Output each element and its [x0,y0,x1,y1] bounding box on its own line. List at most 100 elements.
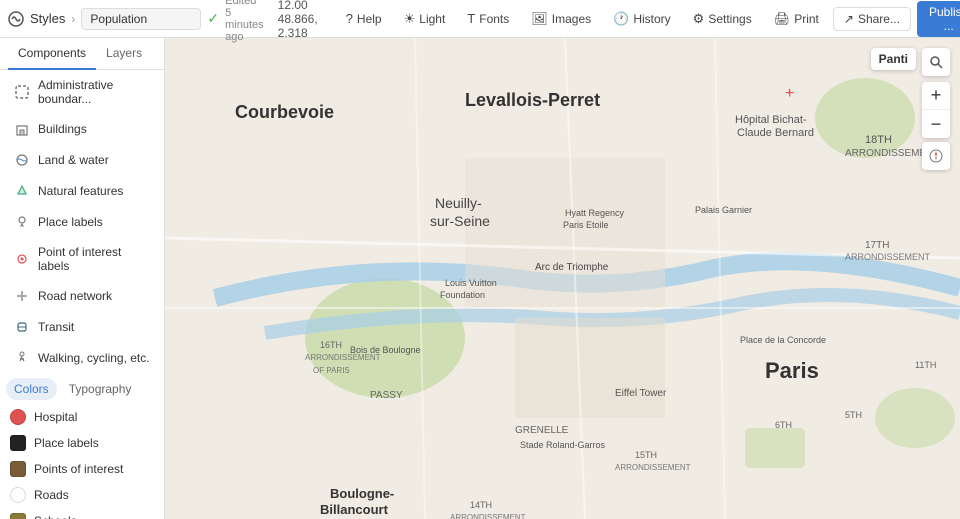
history-icon: 🕐 [613,11,629,27]
svg-text:ARRONDISSEMENT: ARRONDISSEMENT [615,463,691,472]
layer-item-place-labels[interactable]: Place labels [4,207,160,237]
print-label: Print [794,12,819,26]
layer-label-road: Road network [38,289,112,303]
help-button[interactable]: ? Help [338,7,390,30]
color-item-roads[interactable]: Roads [0,482,164,508]
schools-label: Schools [34,514,77,519]
layer-item-admin[interactable]: Administrative boundar... [4,71,160,113]
svg-text:18TH: 18TH [865,134,892,146]
settings-icon: ⚙ [693,11,705,27]
compass-button[interactable] [922,142,950,170]
share-label: Share... [858,12,900,26]
layer-item-poi-labels[interactable]: Point of interest labels [4,238,160,280]
color-item-points-of-interest[interactable]: Points of interest [0,456,164,482]
color-item-hospital[interactable]: Hospital [0,404,164,430]
svg-text:Paris: Paris [765,358,819,383]
svg-text:6TH: 6TH [775,420,792,430]
boundary-icon [14,84,30,100]
styles-label[interactable]: Styles [30,11,65,26]
layer-item-walking[interactable]: Walking, cycling, etc. [4,343,160,373]
poi-icon [14,251,30,267]
svg-text:Neuilly-: Neuilly- [435,195,482,211]
tab-colors[interactable]: Colors [6,378,57,400]
layer-label-walking: Walking, cycling, etc. [38,351,150,365]
color-tabs: Colors Typography [0,374,164,404]
svg-text:17TH: 17TH [865,240,889,251]
tab-components[interactable]: Components [8,38,96,70]
fonts-button[interactable]: T Fonts [459,7,517,30]
zoom-out-button[interactable]: − [922,110,950,138]
walking-icon [14,350,30,366]
svg-text:GRENELLE: GRENELLE [515,425,569,436]
color-item-place-labels[interactable]: Place labels [0,430,164,456]
svg-text:5TH: 5TH [845,410,862,420]
schools-swatch [10,513,26,519]
tab-layers[interactable]: Layers [96,38,152,70]
place-icon [14,214,30,230]
svg-text:Billancourt: Billancourt [320,502,389,517]
place-labels-swatch [10,435,26,451]
light-icon: ☀ [404,11,416,27]
fonts-label: Fonts [479,12,509,26]
map-search-button[interactable] [922,48,950,76]
style-name-input[interactable] [81,8,201,30]
layer-label-admin: Administrative boundar... [38,78,150,106]
svg-text:Hyatt Regency: Hyatt Regency [565,208,625,218]
panti-panel: Panti [871,48,916,70]
layer-item-land-water[interactable]: Land & water [4,145,160,175]
svg-text:ARRONDISSEMENT: ARRONDISSEMENT [845,252,931,262]
panti-label: Panti [879,52,908,66]
save-status-icon: ✓ [207,10,219,27]
layer-label-land: Land & water [38,153,109,167]
map-area[interactable]: Courbevoie Levallois-Perret Neuilly- sur… [165,38,960,519]
svg-text:OF PARIS: OF PARIS [313,366,350,375]
svg-text:Courbevoie: Courbevoie [235,102,334,122]
roads-swatch [10,487,26,503]
svg-text:15TH: 15TH [635,450,657,460]
settings-button[interactable]: ⚙ Settings [685,7,760,31]
compass-group [922,142,950,170]
layer-label-natural: Natural features [38,184,123,198]
svg-text:sur-Seine: sur-Seine [430,213,490,229]
images-button[interactable]: 🖼 Images [523,7,599,31]
svg-text:Palais Garnier: Palais Garnier [695,205,752,215]
layer-label-buildings: Buildings [38,122,87,136]
color-list: Hospital Place labels Points of interest… [0,404,164,519]
tab-typography[interactable]: Typography [61,378,140,400]
svg-text:Stade Roland-Garros: Stade Roland-Garros [520,440,606,450]
publish-button[interactable]: Publish ... [917,1,960,37]
svg-text:+: + [785,85,794,102]
svg-text:ARRONDISSEMENT: ARRONDISSEMENT [450,513,526,519]
zoom-in-button[interactable]: + [922,82,950,110]
layer-item-natural[interactable]: Natural features [4,176,160,206]
natural-icon [14,183,30,199]
building-icon [14,121,30,137]
images-label: Images [552,12,591,26]
poi-swatch [10,461,26,477]
breadcrumb-chevron: › [71,12,75,26]
share-button[interactable]: ↗ Share... [833,7,911,31]
layer-item-transit[interactable]: Transit [4,312,160,342]
settings-label: Settings [708,12,751,26]
roads-label: Roads [34,488,69,502]
layer-item-buildings[interactable]: Buildings [4,114,160,144]
help-label: Help [357,12,382,26]
road-icon [14,288,30,304]
svg-text:Paris Etoile: Paris Etoile [563,220,609,230]
app-logo[interactable] [8,9,24,29]
svg-text:14TH: 14TH [470,500,492,510]
color-item-schools[interactable]: Schools [0,508,164,519]
layer-label-transit: Transit [38,320,74,334]
history-button[interactable]: 🕐 History [605,7,679,31]
svg-text:Boulogne-: Boulogne- [330,486,394,501]
hospital-label: Hospital [34,410,77,424]
layer-item-road[interactable]: Road network [4,281,160,311]
light-button[interactable]: ☀ Light [396,7,454,31]
transit-icon [14,319,30,335]
svg-text:Hôpital Bichat-: Hôpital Bichat- [735,114,807,126]
hospital-swatch [10,409,26,425]
svg-text:Eiffel Tower: Eiffel Tower [615,388,667,399]
fonts-icon: T [467,11,475,26]
print-button[interactable]: 🖨 Print [766,7,827,31]
svg-text:16TH: 16TH [320,340,342,350]
